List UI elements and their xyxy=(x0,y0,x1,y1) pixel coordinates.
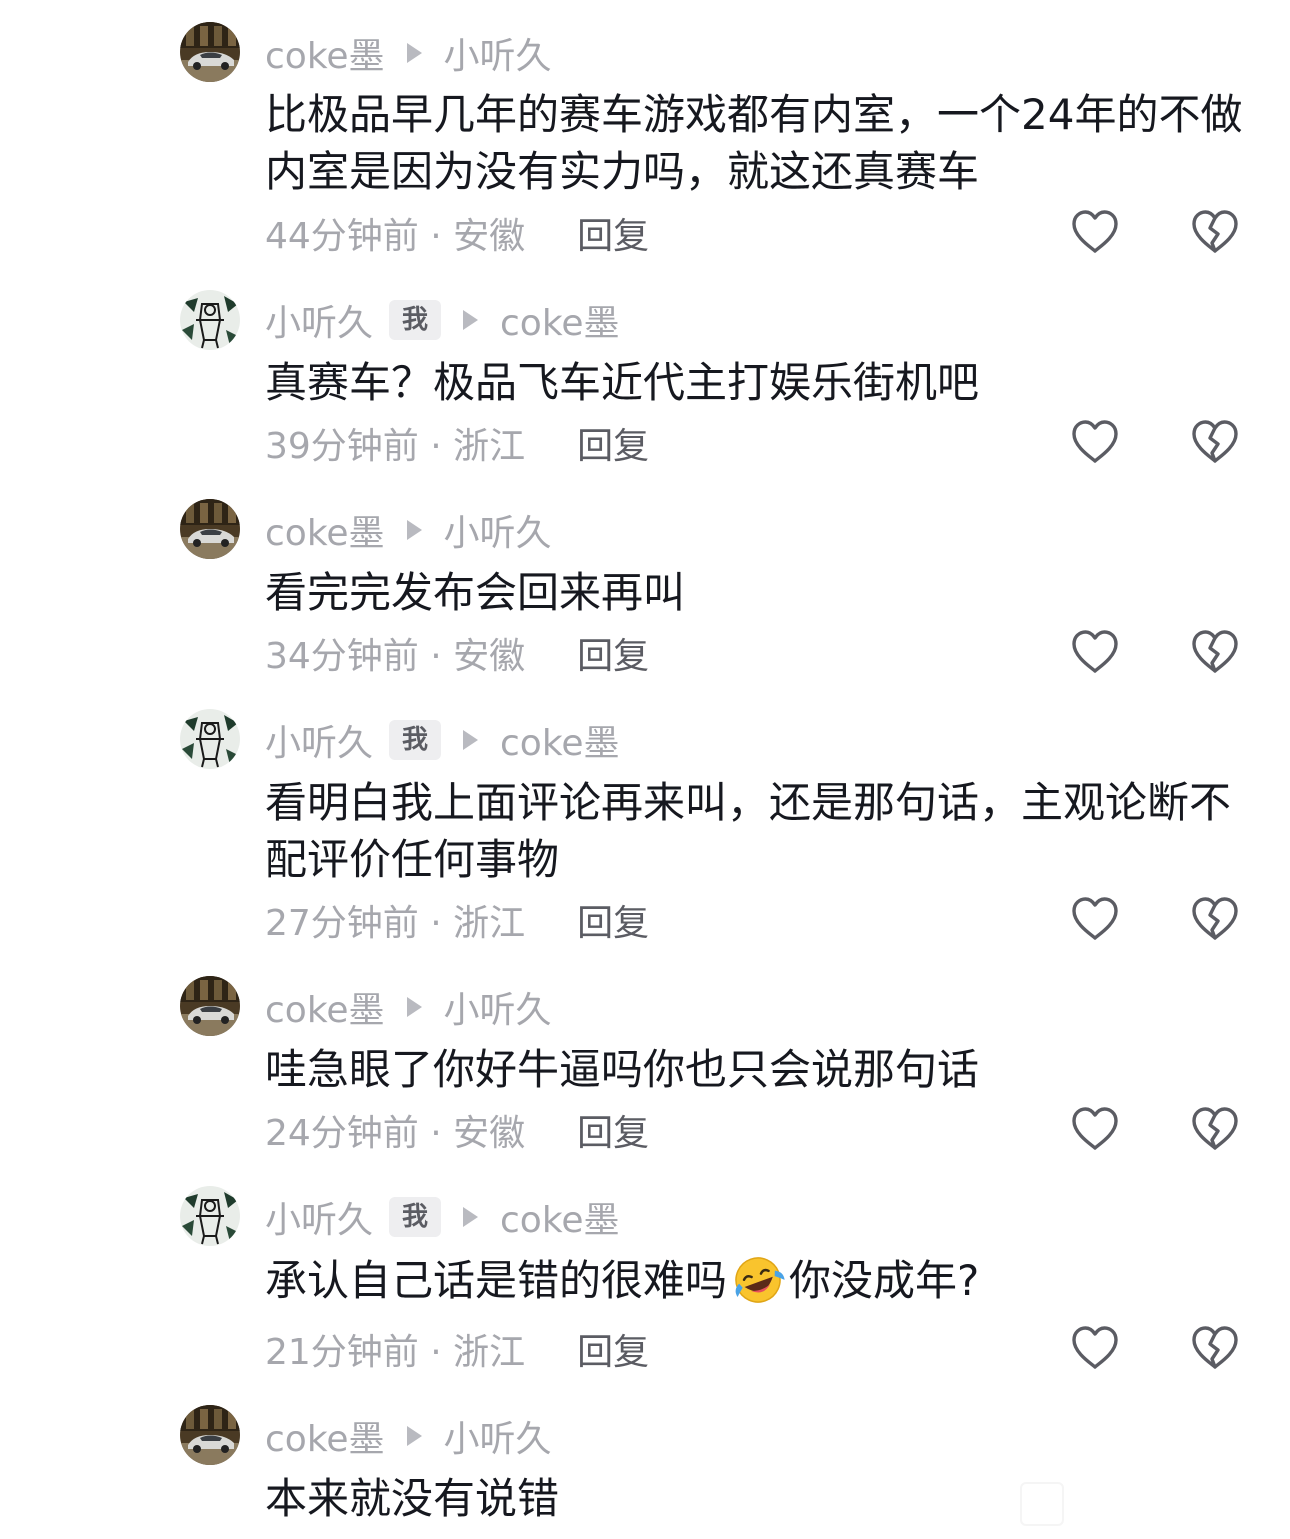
heart-outline-icon[interactable] xyxy=(1070,896,1120,942)
comment-text: 哇急眼了你好牛逼吗你也只会说那句话 xyxy=(265,1045,980,1094)
comment-text-part: 承认自己话是错的很难吗 xyxy=(265,1256,728,1305)
time-location: 24分钟前 · 安徽 xyxy=(265,1113,526,1154)
reply-to-name[interactable]: coke墨 xyxy=(500,714,620,766)
reply-button[interactable]: 回复 xyxy=(577,894,649,946)
comment-header: coke墨 小听久 xyxy=(265,1411,552,1461)
car-avatar-image xyxy=(180,976,240,1036)
author-name[interactable]: coke墨 xyxy=(265,981,385,1033)
comment-header: coke墨 小听久 xyxy=(265,982,552,1032)
reply-button[interactable]: 回复 xyxy=(577,1323,649,1375)
author-name[interactable]: coke墨 xyxy=(265,1410,385,1462)
avatar[interactable] xyxy=(180,1405,240,1465)
comment-text-part: 你没成年? xyxy=(789,1256,980,1305)
play-arrow-icon xyxy=(463,730,479,750)
heart-outline-icon[interactable] xyxy=(1070,1106,1120,1152)
sketch-avatar-image xyxy=(180,709,240,769)
me-badge: 我 xyxy=(389,720,442,760)
avatar[interactable] xyxy=(180,709,240,769)
comment-meta: 39分钟前 · 浙江 回复 xyxy=(265,418,649,468)
heart-outline-icon[interactable] xyxy=(1070,419,1120,465)
broken-heart-icon[interactable] xyxy=(1190,896,1240,942)
avatar[interactable] xyxy=(180,22,240,82)
broken-heart-icon[interactable] xyxy=(1190,209,1240,255)
author-name[interactable]: coke墨 xyxy=(265,27,385,79)
reply-to-name[interactable]: 小听久 xyxy=(444,504,552,556)
comment-header: 小听久 我 coke墨 xyxy=(265,1192,620,1242)
comment-meta: 44分钟前 · 安徽 回复 xyxy=(265,208,649,258)
sketch-avatar-image xyxy=(180,290,240,350)
broken-heart-icon[interactable] xyxy=(1190,1106,1240,1152)
me-badge: 我 xyxy=(389,1197,442,1237)
car-avatar-image xyxy=(180,1405,240,1465)
play-arrow-icon xyxy=(406,1426,422,1446)
avatar[interactable] xyxy=(180,976,240,1036)
comment-meta: 24分钟前 · 安徽 回复 xyxy=(265,1105,649,1155)
comment-header: 小听久 我 coke墨 xyxy=(265,715,620,765)
reply-to-name[interactable]: 小听久 xyxy=(444,981,552,1033)
watermark-icon xyxy=(1020,1482,1064,1526)
reply-button[interactable]: 回复 xyxy=(577,1104,649,1156)
time-location: 44分钟前 · 安徽 xyxy=(265,216,526,257)
reply-button[interactable]: 回复 xyxy=(577,417,649,469)
reply-button[interactable]: 回复 xyxy=(577,627,649,679)
car-avatar-image xyxy=(180,22,240,82)
comment-meta: 21分钟前 · 浙江 回复 xyxy=(265,1324,649,1374)
play-arrow-icon xyxy=(406,997,422,1017)
heart-outline-icon[interactable] xyxy=(1070,629,1120,675)
time-location: 39分钟前 · 浙江 xyxy=(265,426,526,467)
reply-to-name[interactable]: 小听久 xyxy=(444,1410,552,1462)
comment-text: 承认自己话是错的很难吗 你没成年? xyxy=(265,1252,1255,1309)
play-arrow-icon xyxy=(406,43,422,63)
comment-header: coke墨 小听久 xyxy=(265,505,552,555)
comment-text: 真赛车？极品飞车近代主打娱乐街机吧 xyxy=(265,358,980,407)
avatar[interactable] xyxy=(180,499,240,559)
author-name[interactable]: 小听久 xyxy=(265,294,373,346)
reply-to-name[interactable]: coke墨 xyxy=(500,294,620,346)
rolling-on-floor-laughing-emoji xyxy=(727,1255,789,1305)
comment-text: 本来就没有说错 xyxy=(265,1474,560,1523)
reply-to-name[interactable]: coke墨 xyxy=(500,1191,620,1243)
comment-text: 看完完发布会回来再叫 xyxy=(265,568,686,617)
me-badge: 我 xyxy=(389,300,442,340)
broken-heart-icon[interactable] xyxy=(1190,629,1240,675)
author-name[interactable]: coke墨 xyxy=(265,504,385,556)
reply-button[interactable]: 回复 xyxy=(577,207,649,259)
heart-outline-icon[interactable] xyxy=(1070,1325,1120,1371)
car-avatar-image xyxy=(180,499,240,559)
author-name[interactable]: 小听久 xyxy=(265,1191,373,1243)
play-arrow-icon xyxy=(463,310,479,330)
comment-header: coke墨 小听久 xyxy=(265,28,552,78)
comment-text: 看明白我上面评论再来叫，还是那句话，主观论断不配评价任何事物 xyxy=(265,778,1232,884)
author-name[interactable]: 小听久 xyxy=(265,714,373,766)
time-location: 27分钟前 · 浙江 xyxy=(265,903,526,944)
comment-meta: 27分钟前 · 浙江 回复 xyxy=(265,895,649,945)
reply-to-name[interactable]: 小听久 xyxy=(444,27,552,79)
time-location: 21分钟前 · 浙江 xyxy=(265,1332,526,1373)
comment-meta: 34分钟前 · 安徽 回复 xyxy=(265,628,649,678)
broken-heart-icon[interactable] xyxy=(1190,1325,1240,1371)
avatar[interactable] xyxy=(180,1186,240,1246)
heart-outline-icon[interactable] xyxy=(1070,209,1120,255)
comment-header: 小听久 我 coke墨 xyxy=(265,295,620,345)
sketch-avatar-image xyxy=(180,1186,240,1246)
avatar[interactable] xyxy=(180,290,240,350)
comment-text: 比极品早几年的赛车游戏都有内室，一个24年的不做内室是因为没有实力吗，就这还真赛… xyxy=(265,90,1243,196)
broken-heart-icon[interactable] xyxy=(1190,419,1240,465)
time-location: 34分钟前 · 安徽 xyxy=(265,636,526,677)
play-arrow-icon xyxy=(463,1207,479,1227)
play-arrow-icon xyxy=(406,520,422,540)
